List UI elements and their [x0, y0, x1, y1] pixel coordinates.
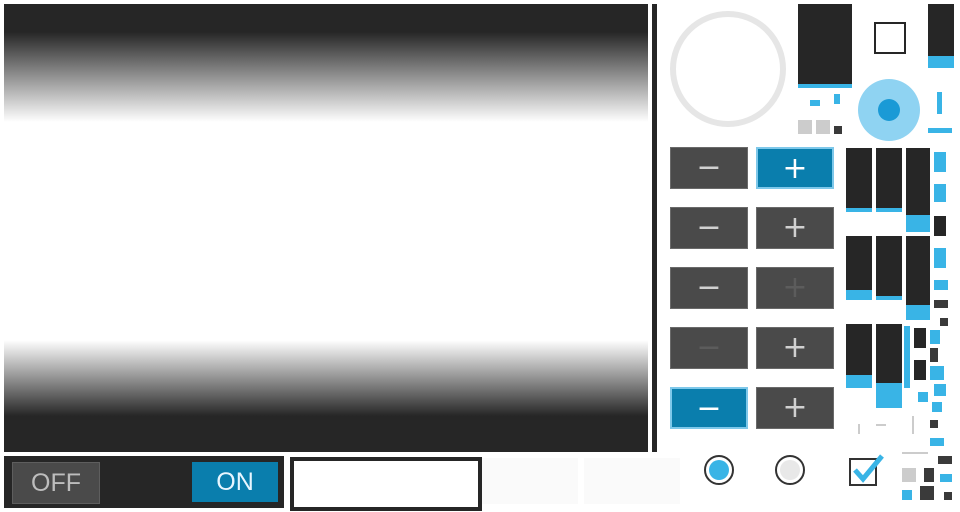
blank-tile	[584, 458, 680, 504]
dark-chip	[930, 420, 938, 428]
plus-button[interactable]: +	[756, 267, 834, 309]
blue-chip	[930, 330, 940, 344]
gray-square	[902, 468, 916, 482]
blue-tick	[810, 100, 820, 106]
minus-button[interactable]: −	[670, 147, 748, 189]
plus-button[interactable]: +	[756, 207, 834, 249]
plus-button[interactable]: +	[756, 147, 834, 189]
level-bar[interactable]	[906, 236, 930, 320]
on-off-toggle[interactable]: OFF ON	[4, 456, 284, 508]
dark-chip	[944, 492, 952, 500]
gray-tick	[858, 424, 860, 434]
top-level-bar[interactable]	[798, 4, 852, 88]
level-bar[interactable]	[876, 236, 902, 300]
gray-tick	[876, 424, 886, 426]
level-bar[interactable]	[846, 148, 872, 212]
gray-tick	[912, 416, 914, 434]
dark-chip	[938, 456, 952, 464]
dark-chip	[914, 360, 926, 380]
radio-button-selected[interactable]	[704, 455, 734, 485]
radio-dot	[780, 460, 800, 480]
minus-button[interactable]: −	[670, 387, 748, 429]
text-input[interactable]	[290, 457, 482, 511]
toggle-on-button[interactable]: ON	[192, 462, 278, 502]
blue-chip	[930, 438, 944, 446]
blue-tick	[937, 92, 942, 114]
dark-chip	[930, 348, 938, 362]
level-bar-fill	[906, 305, 930, 320]
plus-button[interactable]: +	[756, 387, 834, 429]
minus-button[interactable]: −	[670, 207, 748, 249]
corner-level-bar-fill	[928, 56, 954, 68]
level-bar[interactable]	[846, 324, 872, 388]
blue-tick	[834, 94, 840, 104]
blue-chip	[934, 248, 946, 268]
level-bar[interactable]	[876, 148, 902, 212]
dark-chip	[914, 328, 926, 348]
gray-tick	[902, 452, 928, 454]
dark-chip	[924, 468, 934, 482]
dark-chip	[940, 318, 948, 326]
checkbox[interactable]	[849, 454, 884, 486]
level-bar-fill	[846, 208, 872, 212]
dark-chip	[934, 216, 946, 236]
radio-dot	[709, 460, 729, 480]
outline-square[interactable]	[874, 22, 906, 54]
level-bar[interactable]	[846, 236, 872, 300]
blue-chip	[902, 490, 912, 500]
level-bar-fill	[906, 215, 930, 232]
dark-chip	[934, 300, 948, 308]
progress-ring	[670, 11, 786, 127]
minus-button[interactable]: −	[670, 267, 748, 309]
level-bar-fill	[876, 208, 902, 212]
blue-vertical-line	[904, 326, 910, 388]
level-bar[interactable]	[876, 324, 902, 408]
plus-button[interactable]: +	[756, 327, 834, 369]
minus-button[interactable]: −	[670, 327, 748, 369]
corner-level-bar[interactable]	[928, 4, 954, 68]
blue-chip	[934, 152, 946, 172]
level-bar[interactable]	[906, 148, 930, 232]
radio-button-unselected[interactable]	[775, 455, 805, 485]
blue-chip	[934, 384, 946, 396]
gray-square	[798, 120, 812, 134]
blank-tile	[482, 458, 578, 504]
blue-chip	[932, 402, 942, 412]
dark-square	[834, 126, 842, 134]
slider-knob-center	[878, 99, 900, 121]
level-bar-fill	[846, 375, 872, 388]
gradient-viewport	[4, 4, 648, 452]
blue-tick	[928, 128, 952, 133]
top-level-bar-fill	[798, 84, 852, 88]
blue-chip	[934, 184, 946, 202]
blue-chip	[934, 280, 948, 290]
level-bar-fill	[876, 296, 902, 300]
level-bar-fill	[876, 383, 902, 408]
blue-chip	[918, 392, 928, 402]
blue-chip	[930, 366, 944, 380]
toggle-off-button[interactable]: OFF	[12, 462, 100, 504]
gray-square	[816, 120, 830, 134]
blue-chip	[940, 474, 952, 482]
panel-divider	[652, 4, 657, 452]
level-bar-fill	[846, 290, 872, 300]
checkmark-icon	[853, 454, 884, 483]
dark-chip	[920, 486, 934, 500]
